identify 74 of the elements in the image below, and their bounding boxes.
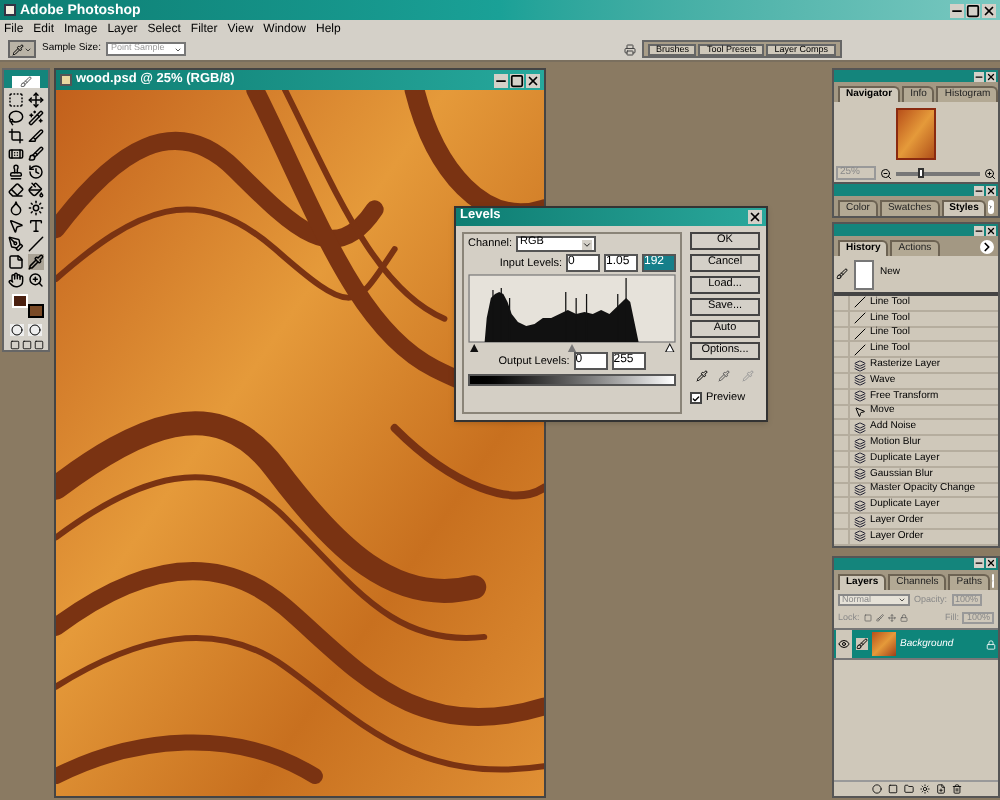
maximize-icon[interactable] — [510, 73, 524, 87]
wood-thumbnail — [896, 108, 936, 160]
minimize-icon[interactable] — [974, 185, 984, 195]
eyedropper-icon[interactable] — [28, 253, 44, 270]
eraser-icon[interactable] — [8, 181, 24, 198]
layers-icon — [854, 499, 866, 512]
background-color-swatch[interactable] — [28, 304, 44, 318]
layer-style-icon[interactable] — [871, 784, 881, 794]
folder-icon[interactable] — [903, 784, 913, 794]
hand-icon[interactable] — [8, 271, 24, 288]
bandage-icon[interactable] — [8, 145, 24, 162]
brush-icon — [836, 268, 848, 280]
lock-icon[interactable] — [899, 613, 908, 622]
close-icon[interactable] — [986, 185, 996, 195]
clock-icon[interactable] — [28, 163, 44, 180]
check-icon — [692, 393, 700, 404]
sun-icon[interactable] — [28, 199, 44, 216]
wand-icon[interactable] — [28, 109, 44, 126]
mask-icon[interactable] — [887, 784, 897, 794]
layers-icon — [854, 390, 866, 403]
zoom-in-icon[interactable] — [984, 167, 996, 179]
close-icon[interactable] — [526, 73, 540, 87]
minimize-icon[interactable] — [974, 558, 984, 569]
close-icon[interactable] — [986, 71, 996, 81]
eyedropper-icon[interactable] — [695, 370, 708, 382]
minimize-icon[interactable] — [974, 71, 984, 81]
move-icon[interactable] — [28, 91, 44, 108]
eye-icon[interactable] — [838, 638, 850, 651]
droplet-icon[interactable] — [8, 199, 24, 216]
zoom-out-icon[interactable] — [880, 167, 892, 179]
zoom-slider-thumb[interactable] — [918, 167, 925, 177]
lock-icon — [986, 639, 996, 650]
feather-icon — [12, 75, 40, 88]
note-icon[interactable] — [8, 253, 24, 270]
pen-icon[interactable] — [8, 235, 24, 252]
foreground-color-swatch[interactable] — [12, 293, 28, 308]
knife-icon[interactable] — [28, 127, 44, 144]
zoom-icon[interactable] — [28, 271, 44, 288]
crop-icon[interactable] — [8, 127, 24, 144]
line-icon — [854, 343, 866, 356]
eyedropper-icon[interactable] — [12, 43, 24, 55]
layers-icon — [854, 421, 866, 434]
app-logo-icon — [4, 4, 16, 16]
stamp-icon[interactable] — [8, 163, 24, 180]
line-icon — [854, 296, 866, 309]
snapshot-thumbnail — [854, 259, 874, 289]
new-layer-icon[interactable] — [935, 784, 945, 794]
line-icon[interactable] — [28, 235, 44, 252]
close-icon[interactable] — [748, 210, 762, 224]
close-icon[interactable] — [986, 225, 996, 235]
trash-icon[interactable] — [951, 784, 961, 794]
preview-checkbox[interactable] — [690, 392, 702, 405]
layer-thumbnail — [872, 632, 896, 657]
type-icon[interactable] — [28, 217, 44, 234]
pointer-icon — [854, 405, 866, 418]
minimize-icon[interactable] — [974, 225, 984, 235]
lock-brush-icon[interactable] — [875, 613, 884, 622]
quick-mask-icon[interactable] — [28, 324, 42, 336]
adjustment-icon[interactable] — [919, 784, 929, 794]
close-icon[interactable] — [982, 3, 996, 17]
histogram-drawing[interactable] — [468, 274, 676, 353]
minimize-icon[interactable] — [494, 73, 508, 87]
minimize-icon[interactable] — [950, 3, 964, 17]
document-icon — [60, 74, 72, 86]
caret-icon — [582, 239, 593, 250]
brush-icon — [856, 638, 868, 651]
pointer-icon[interactable] — [8, 217, 24, 234]
brush-icon[interactable] — [28, 145, 44, 162]
maximize-icon[interactable] — [966, 3, 980, 17]
dashed-square-icon[interactable] — [8, 91, 24, 108]
close-icon[interactable] — [986, 558, 996, 569]
paint-bucket-icon[interactable] — [28, 181, 44, 198]
lasso-icon[interactable] — [8, 109, 24, 126]
standard-mode-icon[interactable] — [10, 324, 24, 336]
